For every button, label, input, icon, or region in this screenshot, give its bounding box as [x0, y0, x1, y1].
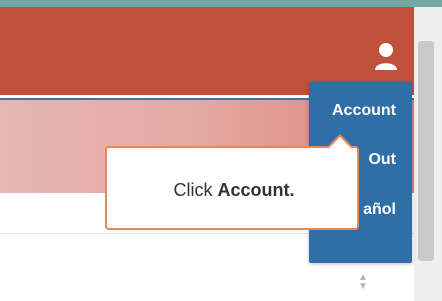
scrollbar-thumb[interactable] [418, 41, 434, 261]
stepper-control[interactable]: ▲ ▼ [355, 273, 371, 293]
callout-prefix: Click [173, 179, 213, 200]
top-strip [0, 0, 442, 7]
menu-item-account[interactable]: Account [309, 102, 412, 120]
callout-text: Click Account. [107, 148, 361, 232]
stepper-down-icon[interactable]: ▼ [355, 282, 371, 292]
callout-target: Account. [217, 179, 295, 200]
tutorial-callout: Click Account. [105, 146, 359, 230]
user-icon[interactable] [373, 41, 399, 71]
